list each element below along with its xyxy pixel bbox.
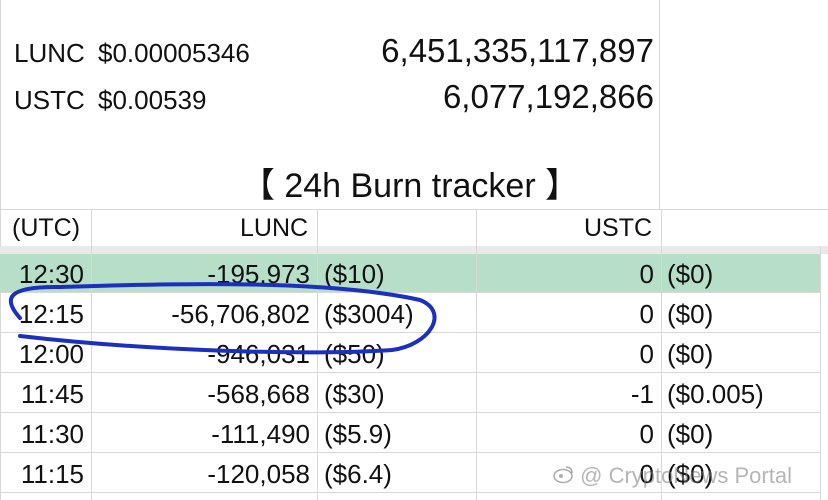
highlight-annotation	[9, 282, 437, 355]
watermark-text: @ CryptoNews Portal	[580, 463, 792, 488]
annotation-ellipse	[9, 282, 437, 355]
weibo-logo-icon	[552, 464, 574, 490]
watermark: @ CryptoNews Portal	[552, 463, 792, 490]
